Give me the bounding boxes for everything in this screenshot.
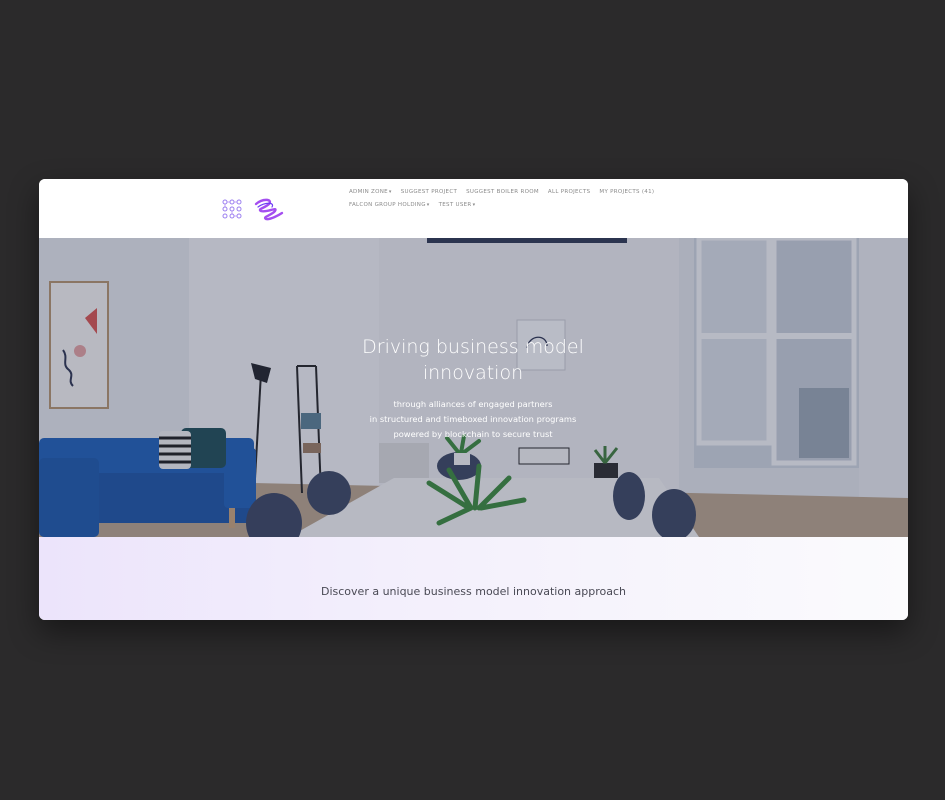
caret-down-icon: ▾ xyxy=(426,202,430,208)
nav-item-label: ADMIN ZONE xyxy=(349,189,388,195)
nav-item-suggest-boiler-room[interactable]: SUGGEST BOILER ROOM xyxy=(466,188,539,196)
caret-down-icon: ▾ xyxy=(388,189,392,195)
dots-grid-logo-icon[interactable] xyxy=(221,198,243,220)
scribble-brand-logo-icon[interactable] xyxy=(253,196,285,222)
hero-subtitle-line: powered by blockchain to secure trust xyxy=(393,429,553,439)
browser-window: ADMIN ZONE▾ SUGGEST PROJECT SUGGEST BOIL… xyxy=(39,179,908,620)
hero-title-line: Driving business model xyxy=(362,336,584,358)
discover-heading: Discover a unique business model innovat… xyxy=(321,585,626,598)
hero-title-line: innovation xyxy=(422,362,524,384)
nav-menu-secondary: FALCON GROUP HOLDING▾ TEST USER▾ xyxy=(349,201,475,209)
nav-item-label: FALCON GROUP HOLDING xyxy=(349,202,426,208)
nav-item-all-projects[interactable]: ALL PROJECTS xyxy=(548,188,591,196)
nav-item-suggest-project[interactable]: SUGGEST PROJECT xyxy=(401,188,457,196)
nav-menu-primary: ADMIN ZONE▾ SUGGEST PROJECT SUGGEST BOIL… xyxy=(349,188,654,196)
hero-subtitle-line: in structured and timeboxed innovation p… xyxy=(369,414,577,424)
nav-item-my-projects[interactable]: MY PROJECTS (41) xyxy=(599,188,654,196)
top-navbar: ADMIN ZONE▾ SUGGEST PROJECT SUGGEST BOIL… xyxy=(39,179,908,238)
hero-subtitle-line: through alliances of engaged partners xyxy=(393,399,553,409)
hero-banner: Driving business model innovation throug… xyxy=(39,238,908,537)
nav-item-admin-zone[interactable]: ADMIN ZONE▾ xyxy=(349,188,392,196)
nav-item-test-user[interactable]: TEST USER▾ xyxy=(439,201,476,209)
hero-title: Driving business model innovation xyxy=(323,334,623,386)
discover-section: Discover a unique business model innovat… xyxy=(39,537,908,620)
hero-dark-overlay xyxy=(39,238,908,537)
caret-down-icon: ▾ xyxy=(472,202,476,208)
nav-item-label: TEST USER xyxy=(438,202,472,208)
nav-item-falcon-group-holding[interactable]: FALCON GROUP HOLDING▾ xyxy=(349,201,430,209)
